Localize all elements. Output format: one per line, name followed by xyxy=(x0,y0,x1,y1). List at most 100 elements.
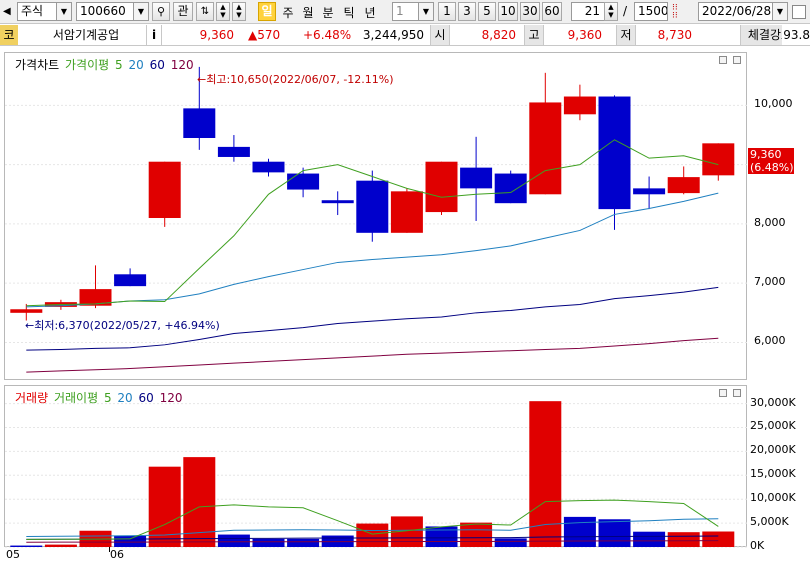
sync-icon: ⇅ xyxy=(200,6,210,17)
stock-code-value: 100660 xyxy=(80,4,126,18)
period-daily-label: 일 xyxy=(261,4,273,18)
high-label: 고 xyxy=(524,25,544,45)
period-tick-label: 틱 xyxy=(343,6,355,20)
current-price: 9,360 xyxy=(199,28,234,42)
period-minute-label: 분 xyxy=(322,6,334,20)
interval-1-button[interactable]: 1 xyxy=(438,2,456,21)
date-dropdown-icon[interactable]: ▼ xyxy=(772,2,788,21)
total-input-value: 1500 xyxy=(638,4,668,18)
interval-30-button[interactable]: 30 xyxy=(520,2,540,21)
interval-dropdown-icon[interactable]: ▼ xyxy=(418,2,434,21)
market-select-dropdown-icon[interactable]: ▼ xyxy=(56,2,72,21)
period-weekly-label: 주 xyxy=(282,6,294,20)
candle-body xyxy=(460,167,493,189)
search-button[interactable]: ⚲ xyxy=(152,2,170,21)
price-axis-tick: 7,000 xyxy=(754,275,786,289)
volume-bar xyxy=(356,523,389,547)
interval-1-label: 1 xyxy=(443,4,451,18)
candle-body xyxy=(252,161,285,173)
period-monthly-button[interactable]: 월 xyxy=(300,4,316,21)
period-yearly-button[interactable]: 년 xyxy=(362,4,378,21)
candle-body xyxy=(598,96,631,210)
volume-axis-tick: 0K xyxy=(750,539,765,552)
candle-body xyxy=(287,173,320,190)
volume-bar xyxy=(217,534,250,547)
volume-bar xyxy=(252,538,285,547)
candle-body xyxy=(702,143,735,176)
interval-5-button[interactable]: 5 xyxy=(478,2,496,21)
period-tick-button[interactable]: 틱 xyxy=(341,4,357,21)
volume-bar xyxy=(702,531,735,547)
code-dropdown-icon[interactable]: ▼ xyxy=(133,2,149,21)
interval-10-button[interactable]: 10 xyxy=(498,2,518,21)
volume-bar xyxy=(460,522,493,547)
volume-axis: 30,000K 25,000K 20,000K 15,000K 10,000K 5,000… xyxy=(748,385,810,552)
candle-body xyxy=(10,309,43,313)
spin-down-icon: ▼ xyxy=(220,11,226,19)
x-axis-tick-june xyxy=(109,547,110,552)
interval-60-button[interactable]: 60 xyxy=(542,2,562,21)
stock-name: 서암기계공업 xyxy=(52,28,120,42)
interval-10-label: 10 xyxy=(500,4,516,18)
period-yearly-label: 년 xyxy=(364,6,376,20)
candle-body xyxy=(633,188,666,195)
candle-body xyxy=(494,173,527,204)
interval-3-label: 3 xyxy=(463,4,471,18)
grid-icon[interactable]: ⁝⁝ ⁝⁝ xyxy=(672,4,688,21)
count-up-icon: ▲ xyxy=(608,3,614,11)
search-icon: ⚲ xyxy=(156,5,166,18)
x-axis-label-may: 05 xyxy=(6,548,20,561)
open-label: 시 xyxy=(430,25,450,45)
volume-axis-tick: 5,000K xyxy=(750,515,789,529)
spin-button[interactable]: ▲ ▼ xyxy=(216,2,230,21)
quote-bar: 코 서암기계공업 i 9,360 ▲570 +6.48% 3,244,950 시… xyxy=(0,25,810,46)
market-select-value: 주식 xyxy=(21,4,44,18)
count-spin[interactable]: ▲ ▼ xyxy=(604,2,618,21)
price-change: ▲570 xyxy=(248,28,281,42)
candle-body xyxy=(563,96,596,115)
market-badge: 코 xyxy=(0,25,18,45)
candle-body xyxy=(425,161,458,213)
info-icon: i xyxy=(151,28,157,42)
volume-axis-tick: 30,000K xyxy=(750,395,796,409)
price-axis-tick: 10,000 xyxy=(754,97,793,111)
price-chart-panel[interactable]: 가격차트 가격이평 5 20 60 120 ←최고:10,650(2022/06… xyxy=(4,52,748,380)
spin-down-icon-2: ▼ xyxy=(236,11,242,19)
volume-bar xyxy=(44,544,77,547)
candle-body xyxy=(114,274,147,287)
candle-body xyxy=(183,108,216,138)
count-input[interactable]: 21 xyxy=(571,2,605,21)
volume-bar xyxy=(529,401,562,547)
interval-30-label: 30 xyxy=(522,4,538,18)
interval-select-value: 1 xyxy=(396,4,404,18)
volume-axis-tick: 15,000K xyxy=(750,467,796,481)
period-minute-button[interactable]: 분 xyxy=(320,4,336,21)
volume-bar xyxy=(114,536,147,547)
spin-button-2[interactable]: ▲ ▼ xyxy=(232,2,246,21)
volume-bar xyxy=(633,531,666,547)
x-axis-label-june: 06 xyxy=(110,548,124,561)
volume-axis-tick: 20,000K xyxy=(750,443,796,457)
volume-bar xyxy=(494,538,527,547)
interest-button[interactable]: 관 xyxy=(173,2,193,21)
period-monthly-label: 월 xyxy=(302,6,314,20)
sync-button[interactable]: ⇅ xyxy=(196,2,214,21)
panel-arrow-icon[interactable]: ◀ xyxy=(3,5,13,19)
calendar-icon[interactable] xyxy=(792,5,806,19)
interval-3-button[interactable]: 3 xyxy=(458,2,476,21)
period-daily-button[interactable]: 일 xyxy=(258,2,276,21)
price-axis-tick: 8,000 xyxy=(754,215,786,229)
high-value: 9,360 xyxy=(567,28,602,42)
current-price-tag-pct: (6.48%) xyxy=(750,161,794,174)
volume-bar xyxy=(667,532,700,547)
volume-chart-panel[interactable]: 거래량 거래이평 5 20 60 120 xyxy=(4,385,748,548)
total-input[interactable]: 1500 xyxy=(634,2,668,21)
low-label: 저 xyxy=(616,25,636,45)
candle-body xyxy=(148,161,181,218)
period-weekly-button[interactable]: 주 xyxy=(280,4,296,21)
info-button[interactable]: i xyxy=(146,25,162,45)
price-axis: 10,0009,0008,0007,0006,000 xyxy=(748,52,810,380)
min-price-annotation: ←최저:6,370(2022/05/27, +46.94%) xyxy=(25,319,220,332)
spin-up-icon-2: ▲ xyxy=(236,3,242,11)
volume-axis-tick: 25,000K xyxy=(750,419,796,433)
